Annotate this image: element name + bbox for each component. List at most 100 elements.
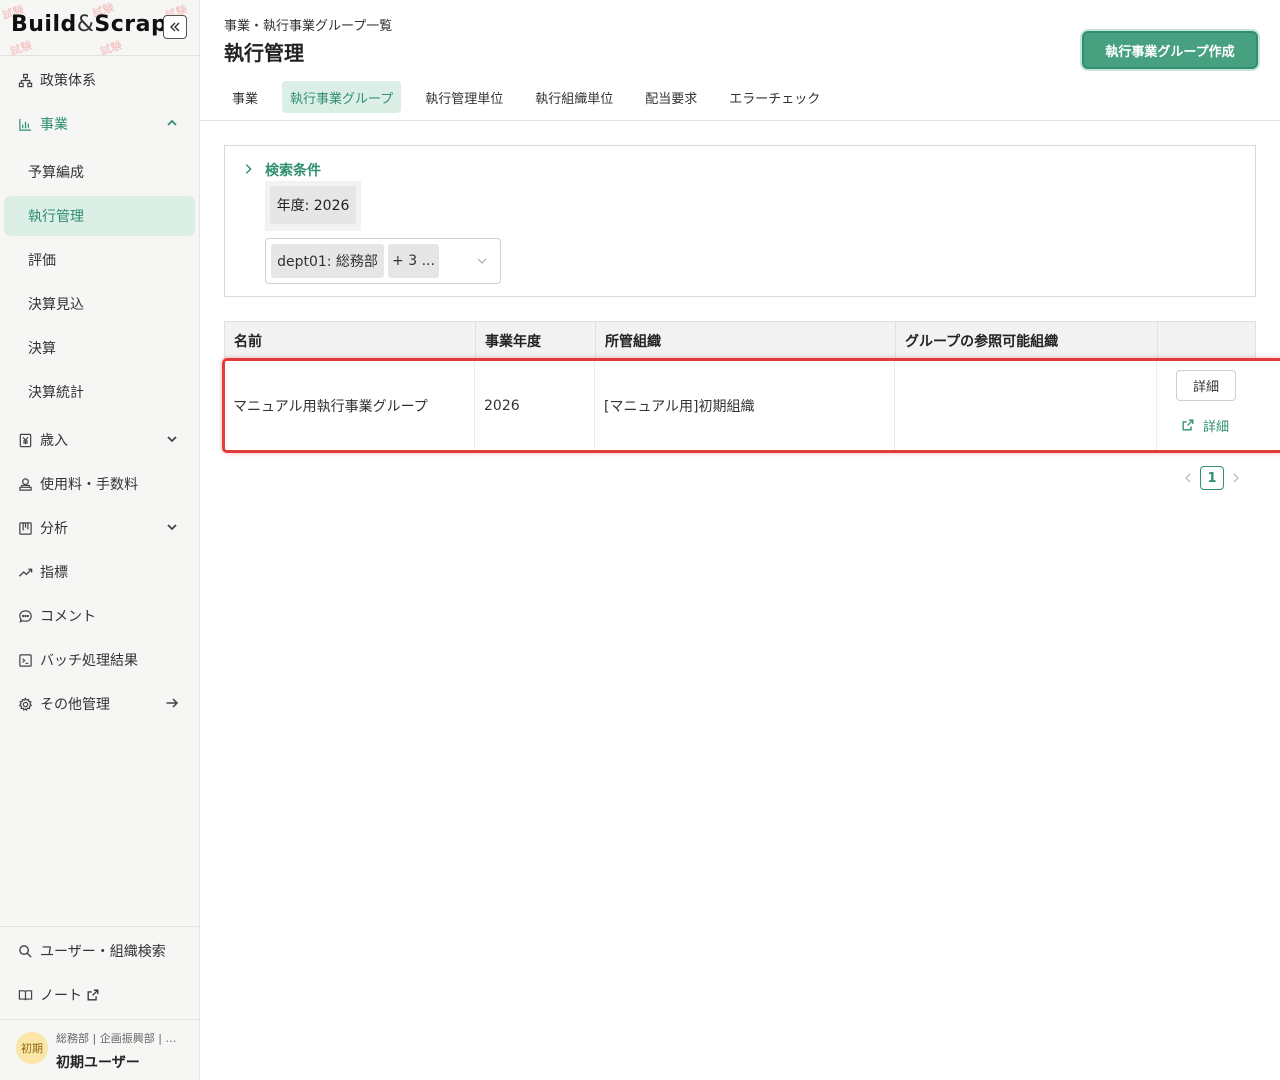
- chevron-down-icon: [477, 258, 487, 264]
- sidebar-item-other-admin[interactable]: その他管理: [0, 684, 200, 724]
- sidebar-subitem-forecast[interactable]: 決算見込: [4, 284, 195, 324]
- current-user[interactable]: 初期 総務部 | 企画振興部 | … 初期ユーザー: [0, 1020, 200, 1080]
- sidebar-item-label: 政策体系: [40, 73, 96, 89]
- sidebar-item-label: バッチ処理結果: [40, 653, 138, 669]
- chevron-down-icon: [167, 524, 177, 531]
- sidebar-item-label: ユーザー・組織検索: [40, 944, 166, 960]
- tab-execution-org-unit[interactable]: 執行組織単位: [527, 81, 621, 113]
- sidebar-item-label: 歳入: [40, 433, 68, 449]
- sidebar-subitem-budget[interactable]: 予算編成: [4, 152, 195, 192]
- dept-chip: dept01: 総務部: [271, 244, 384, 278]
- sidebar-subitem-settlement-stats[interactable]: 決算統計: [4, 372, 195, 412]
- sidebar-subitem-evaluation[interactable]: 評価: [4, 240, 195, 280]
- sidebar-subitem-label: 決算統計: [28, 385, 84, 401]
- yen-icon: [16, 431, 34, 449]
- collapse-sidebar-button[interactable]: [163, 15, 187, 39]
- comment-icon: [16, 607, 34, 625]
- pagination: 1: [1180, 466, 1244, 490]
- sidebar-subitem-label: 決算: [28, 341, 56, 357]
- year-filter: 年度: 2026: [265, 181, 361, 231]
- sidebar-item-business[interactable]: 事業: [0, 104, 200, 144]
- sidebar-item-label: 使用料・手数料: [40, 477, 138, 493]
- tab-execution-group[interactable]: 執行事業グループ: [282, 81, 402, 113]
- book-icon: [16, 986, 34, 1004]
- next-page-icon[interactable]: [1228, 466, 1244, 490]
- bar-chart-icon: [16, 115, 34, 133]
- gear-icon: [16, 695, 34, 713]
- logo-area: 試験 試験 試験 試験 試験 Build&Scrap: [0, 0, 200, 56]
- detail-link[interactable]: 詳細: [1181, 415, 1229, 435]
- avatar: 初期: [16, 1032, 48, 1064]
- sidebar-item-revenue[interactable]: 歳入: [0, 420, 200, 460]
- department-select[interactable]: dept01: 総務部 + 3 ...: [265, 238, 501, 284]
- tab-business[interactable]: 事業: [224, 81, 266, 113]
- sidebar-subitem-label: 予算編成: [28, 165, 84, 181]
- sidebar-subitem-execution[interactable]: 執行管理: [4, 196, 195, 236]
- prev-page-icon[interactable]: [1180, 466, 1196, 490]
- logo-text: Build: [11, 12, 77, 37]
- page-title: 執行管理: [224, 41, 304, 65]
- breadcrumb: 事業・執行事業グループ一覧: [224, 19, 393, 34]
- sidebar: 試験 試験 試験 試験 試験 Build&Scrap 政策体系 事業 予算編成 …: [0, 0, 200, 1080]
- sidebar-item-notes[interactable]: ノート: [0, 975, 200, 1015]
- arrow-right-icon: [166, 698, 179, 708]
- sidebar-subitem-label: 決算見込: [28, 297, 84, 313]
- sidebar-item-analysis[interactable]: 分析: [0, 508, 200, 548]
- tab-allocation-request[interactable]: 配当要求: [637, 81, 705, 113]
- stamp-watermark: 試験: [8, 38, 34, 56]
- chevron-right-icon[interactable]: [241, 162, 255, 176]
- column-header-name: 名前: [225, 322, 476, 360]
- app-logo[interactable]: Build&Scrap: [11, 12, 167, 37]
- sidebar-item-policy[interactable]: 政策体系: [0, 60, 200, 100]
- tabs-divider: [200, 120, 1280, 121]
- column-header-org: 所管組織: [596, 322, 896, 360]
- coins-icon: [16, 475, 34, 493]
- chevron-up-icon: [167, 119, 177, 126]
- sidebar-item-label: 指標: [40, 565, 68, 581]
- external-link-icon: [1182, 419, 1194, 431]
- year-tag[interactable]: 年度: 2026: [270, 186, 356, 224]
- terminal-icon: [16, 651, 34, 669]
- board-icon: [16, 519, 34, 537]
- search-conditions-toggle[interactable]: 検索条件: [265, 160, 321, 180]
- tab-execution-unit[interactable]: 執行管理単位: [417, 81, 511, 113]
- detail-button[interactable]: 詳細: [1176, 370, 1236, 401]
- more-chip: + 3 ...: [388, 244, 439, 278]
- column-header-actions: [1158, 322, 1256, 360]
- hierarchy-icon: [16, 71, 34, 89]
- column-header-year: 事業年度: [476, 322, 596, 360]
- double-chevron-left-icon: [170, 22, 180, 32]
- create-group-button[interactable]: 執行事業グループ作成: [1082, 31, 1258, 69]
- sidebar-item-batch-results[interactable]: バッチ処理結果: [0, 640, 200, 680]
- sidebar-subitem-label: 評価: [28, 253, 56, 269]
- page-number[interactable]: 1: [1200, 466, 1224, 490]
- column-header-ref-orgs: グループの参照可能組織: [896, 322, 1158, 360]
- stamp-watermark: 試験: [98, 38, 124, 56]
- search-icon: [16, 942, 34, 960]
- sidebar-subitem-settlement[interactable]: 決算: [4, 328, 195, 368]
- sidebar-item-label: ノート: [40, 988, 82, 1004]
- sidebar-item-label: その他管理: [40, 697, 110, 713]
- external-link-icon: [87, 989, 99, 1001]
- sidebar-divider: [0, 926, 200, 927]
- sidebar-item-label: コメント: [40, 609, 96, 625]
- detail-link-label: 詳細: [1203, 419, 1230, 435]
- search-panel: 検索条件 年度: 2026 dept01: 総務部 + 3 ...: [224, 145, 1256, 297]
- sidebar-item-indicators[interactable]: 指標: [0, 552, 200, 592]
- tab-error-check[interactable]: エラーチェック: [721, 81, 828, 113]
- user-org: 総務部 | 企画振興部 | …: [56, 1032, 177, 1045]
- sidebar-subitem-label: 執行管理: [28, 209, 84, 225]
- user-name: 初期ユーザー: [56, 1055, 140, 1071]
- trend-icon: [16, 563, 34, 581]
- sidebar-item-user-search[interactable]: ユーザー・組織検索: [0, 931, 200, 971]
- sidebar-item-comments[interactable]: コメント: [0, 596, 200, 636]
- sidebar-item-fees[interactable]: 使用料・手数料: [0, 464, 200, 504]
- table-header: 名前 事業年度 所管組織 グループの参照可能組織: [224, 321, 1256, 360]
- logo-text: Scrap: [94, 12, 168, 37]
- sidebar-item-label: 分析: [40, 521, 68, 537]
- logo-amp: &: [76, 12, 95, 37]
- chevron-down-icon: [167, 436, 177, 443]
- sidebar-item-label: 事業: [40, 117, 68, 133]
- row-highlight: [222, 358, 1280, 453]
- tab-bar: 事業 執行事業グループ 執行管理単位 執行組織単位 配当要求 エラーチェック: [224, 81, 844, 113]
